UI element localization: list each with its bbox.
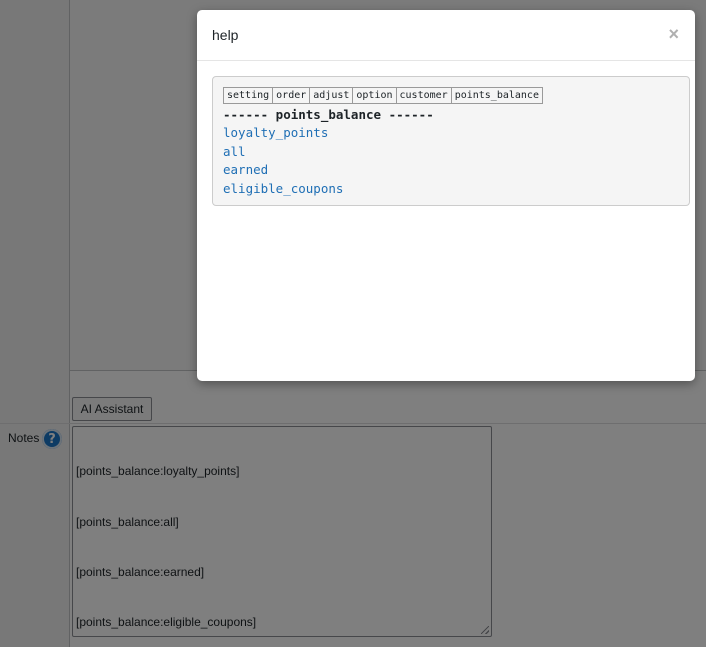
tab-customer[interactable]: customer: [395, 87, 452, 104]
option-all[interactable]: all: [223, 143, 679, 162]
tab-setting[interactable]: setting: [223, 87, 274, 104]
tab-order[interactable]: order: [272, 87, 311, 104]
option-loyalty-points[interactable]: loyalty_points: [223, 124, 679, 143]
modal-header: help ×: [197, 10, 695, 61]
option-earned[interactable]: earned: [223, 161, 679, 180]
modal-title: help: [212, 27, 239, 43]
option-eligible-coupons[interactable]: eligible_coupons: [223, 180, 679, 199]
close-icon[interactable]: ×: [668, 25, 679, 43]
help-content: setting order adjust option customer poi…: [212, 76, 690, 206]
tab-adjust[interactable]: adjust: [309, 87, 354, 104]
help-modal: help × setting order adjust option custo…: [197, 10, 695, 381]
help-tabs: setting order adjust option customer poi…: [223, 87, 679, 104]
tab-option[interactable]: option: [352, 87, 397, 104]
tab-points-balance[interactable]: points_balance: [450, 87, 543, 104]
section-heading: ------ points_balance ------: [223, 107, 434, 122]
